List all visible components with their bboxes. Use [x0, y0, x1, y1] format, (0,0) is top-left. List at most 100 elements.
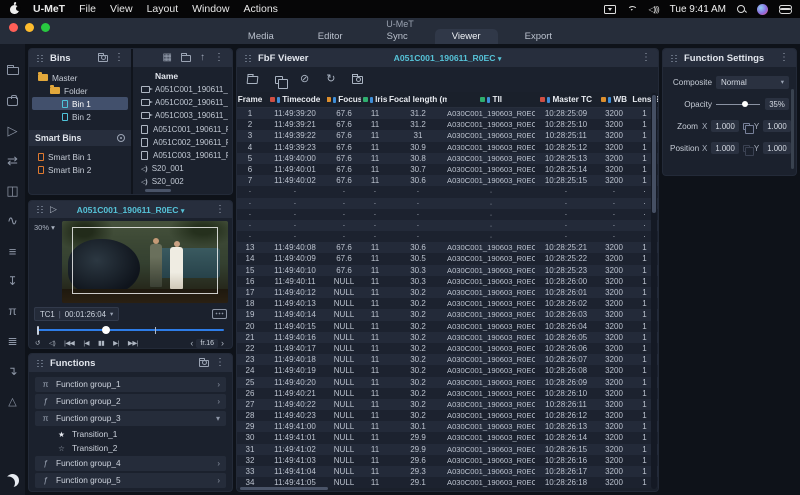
- smart-bin-row[interactable]: Smart Bin 1: [32, 150, 128, 163]
- in-point-marker[interactable]: [37, 325, 39, 335]
- table-row[interactable]: 6 11:49:40:01 67.6 11 30.7 A030C001_190603_R0…: [237, 163, 658, 176]
- speaker-icon[interactable]: ◁): [49, 341, 56, 348]
- column-header[interactable]: Timecode: [263, 95, 327, 104]
- function-group-row[interactable]: Function group_5 ›: [35, 473, 226, 488]
- disable-icon[interactable]: [300, 74, 309, 85]
- table-row[interactable]: 16 11:49:40:11 NULL 11 30.3 A030C001_190603_R…: [237, 275, 658, 287]
- function-group-row[interactable]: Function group_1 ›: [35, 377, 226, 392]
- table-row[interactable]: 24 11:49:40:19 NULL 11 30.2 A030C001_190603_R…: [237, 365, 658, 377]
- menubar-clock[interactable]: Tue 9:41 AM: [670, 4, 726, 15]
- tab[interactable]: Media: [231, 29, 291, 44]
- table-row[interactable]: 20 11:49:40:15 NULL 11 30.2 A030C001_190603_R…: [237, 320, 658, 332]
- scopes-icon[interactable]: [0, 206, 25, 236]
- open-bin-icon[interactable]: [246, 75, 259, 84]
- smart-bins-settings-icon[interactable]: [117, 134, 125, 142]
- menubar-item[interactable]: View: [110, 3, 133, 15]
- table-row[interactable]: 14 11:49:40:09 67.6 11 30.5 A030C001_190603_R…: [237, 253, 658, 265]
- horizontal-scrollbar[interactable]: [145, 189, 171, 192]
- marker[interactable]: [154, 326, 157, 334]
- more-icon[interactable]: ⋮: [214, 53, 224, 63]
- skip-start-icon[interactable]: |◀◀: [64, 341, 75, 348]
- find-function-icon[interactable]: [199, 357, 209, 367]
- table-row[interactable]: 29 11:49:41:00 NULL 11 30.1 A030C001_190603_R…: [237, 421, 658, 433]
- wifi-icon[interactable]: [627, 5, 638, 14]
- playhead[interactable]: [102, 326, 111, 334]
- siri-icon[interactable]: [757, 3, 768, 15]
- drag-handle-icon[interactable]: [36, 205, 44, 214]
- media-bag-icon[interactable]: [0, 86, 25, 116]
- sync-icon[interactable]: [0, 146, 25, 176]
- traffic-light-zoom[interactable]: [41, 23, 50, 32]
- table-row[interactable]: 30 11:49:41:01 NULL 11 29.9 A030C001_190603_R…: [237, 432, 658, 444]
- scrubber-track[interactable]: [37, 329, 224, 331]
- table-row[interactable]: 26 11:49:40:21 NULL 11 30.2 A030C001_190603_R…: [237, 387, 658, 399]
- more-icon[interactable]: ⋮: [779, 53, 789, 63]
- find-bin-icon[interactable]: [98, 52, 108, 62]
- file-row[interactable]: A051C001_190611_R0EC: [137, 123, 228, 136]
- traffic-light-close[interactable]: [9, 23, 18, 32]
- menubar-item[interactable]: Actions: [243, 3, 277, 15]
- list-icon[interactable]: [0, 236, 25, 266]
- new-bin-icon[interactable]: [181, 52, 191, 62]
- pause-icon[interactable]: ▮▮: [98, 341, 105, 348]
- function-item-row[interactable]: Transition_1: [35, 428, 226, 440]
- position-x-input[interactable]: 1.000: [711, 142, 739, 154]
- table-row[interactable]: 15 11:49:40:10 67.6 11 30.3 A030C001_190603_R…: [237, 264, 658, 276]
- keyboard-icon[interactable]: [212, 309, 227, 319]
- link-xy-icon[interactable]: [742, 144, 755, 157]
- play-icon[interactable]: ▷: [50, 204, 57, 215]
- column-header[interactable]: Focal length (mm): [389, 95, 447, 104]
- bin-row[interactable]: Master: [32, 71, 128, 84]
- tab[interactable]: Export: [508, 29, 569, 44]
- column-header[interactable]: TIl: [447, 95, 535, 104]
- more-icon[interactable]: ⋮: [641, 53, 651, 63]
- find-clip-icon[interactable]: [352, 73, 364, 84]
- column-header[interactable]: Focus: [327, 95, 361, 104]
- tab[interactable]: Editor: [301, 29, 360, 44]
- table-row[interactable]: 19 11:49:40:14 NULL 11 30.2 A030C001_190603_R…: [237, 309, 658, 321]
- apple-icon[interactable]: [10, 4, 21, 14]
- table-row[interactable]: 27 11:49:40:22 NULL 11 30.2 A030C001_190603_R…: [237, 398, 658, 411]
- drag-handle-icon[interactable]: [36, 358, 44, 368]
- bin-row[interactable]: Bin 2: [32, 110, 128, 123]
- file-row[interactable]: A051C003_190611_R0EC: [137, 149, 228, 162]
- bin-row[interactable]: Folder: [32, 84, 128, 97]
- table-row[interactable]: 5 11:49:40:00 67.6 11 30.8 A030C001_190603_R0…: [237, 152, 658, 164]
- table-row[interactable]: 28 11:49:40:23 NULL 11 30.2 A030C001_190603_R…: [237, 410, 658, 422]
- drag-handle-icon[interactable]: [36, 53, 44, 63]
- import-icon[interactable]: [0, 266, 25, 296]
- export-icon[interactable]: [0, 356, 25, 386]
- zoom-y-input[interactable]: 1.000: [763, 120, 791, 132]
- more-icon[interactable]: ⋮: [114, 53, 124, 63]
- slider-knob[interactable]: [741, 101, 748, 107]
- table-row[interactable]: 21 11:49:40:16 NULL 11 30.2 A030C001_190603_R…: [237, 331, 658, 343]
- column-header[interactable]: Master TC: [535, 95, 597, 104]
- video-preview[interactable]: [62, 221, 228, 303]
- scrubber[interactable]: [37, 325, 224, 335]
- table-row[interactable]: 22 11:49:40:17 NULL 11 30.2 A030C001_190603_R…: [237, 342, 658, 355]
- opacity-value[interactable]: 35%: [765, 98, 789, 110]
- screen-mirroring-icon[interactable]: [603, 4, 616, 14]
- column-header[interactable]: WB: [597, 95, 631, 104]
- horizontal-scrollbar[interactable]: [240, 486, 328, 490]
- bin-row[interactable]: Bin 1: [32, 97, 128, 110]
- function-group-row[interactable]: Function group_4 ›: [35, 456, 226, 471]
- drag-handle-icon[interactable]: [244, 53, 252, 63]
- file-row[interactable]: A051C003_190611_R0EC: [137, 109, 228, 122]
- table-row[interactable]: 18 11:49:40:13 NULL 11 30.2 A030C001_190603_R…: [237, 298, 658, 310]
- zoom-level-select[interactable]: 30% ▾: [34, 223, 55, 232]
- menubar-item[interactable]: U-MeT: [33, 3, 65, 15]
- column-header[interactable]: Frame: [237, 95, 263, 104]
- opacity-slider[interactable]: [716, 100, 760, 108]
- table-row[interactable]: · · · · · · · · ·: [237, 219, 658, 232]
- file-row[interactable]: A051C002_190611_R0EC: [137, 96, 228, 109]
- step-back-icon[interactable]: |◀: [83, 341, 89, 348]
- grid-view-icon[interactable]: ▦: [163, 53, 172, 63]
- file-row[interactable]: A051C001_190611_R0EC: [137, 83, 228, 96]
- control-center-icon[interactable]: [779, 4, 792, 14]
- stats-icon[interactable]: [0, 326, 25, 356]
- table-row[interactable]: 2 11:49:39:21 67.6 11 31.2 A030C001_190603_R0…: [237, 119, 658, 131]
- table-row[interactable]: 25 11:49:40:20 NULL 11 30.2 A030C001_190603_R…: [237, 376, 658, 388]
- composite-select[interactable]: Normal ▾: [716, 75, 789, 89]
- folder-icon[interactable]: [0, 56, 25, 86]
